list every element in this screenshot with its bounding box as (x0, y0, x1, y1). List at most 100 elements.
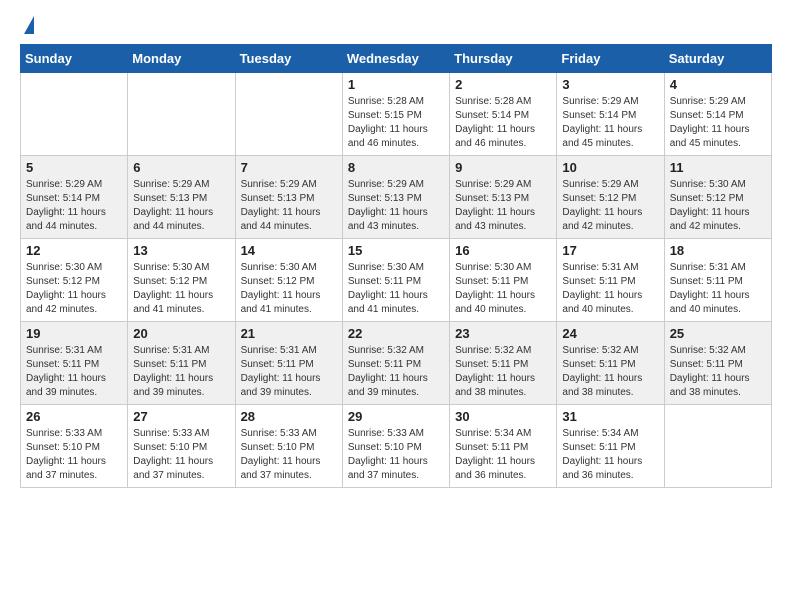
day-number: 27 (133, 409, 229, 424)
day-number: 1 (348, 77, 444, 92)
calendar-week-row: 12Sunrise: 5:30 AM Sunset: 5:12 PM Dayli… (21, 239, 772, 322)
calendar-table: SundayMondayTuesdayWednesdayThursdayFrid… (20, 44, 772, 488)
cell-info: Sunrise: 5:29 AM Sunset: 5:13 PM Dayligh… (455, 178, 551, 234)
calendar-cell: 31 Sunrise: 5:34 AM Sunset: 5:11 PM Dayli… (557, 405, 664, 488)
day-number: 25 (670, 326, 766, 341)
cell-info: Sunrise: 5:29 AM Sunset: 5:14 PM Dayligh… (562, 95, 658, 151)
day-number: 10 (562, 160, 658, 175)
cell-info: Sunrise: 5:33 AM Sunset: 5:10 PM Dayligh… (26, 427, 122, 483)
calendar-cell: 1 Sunrise: 5:28 AM Sunset: 5:15 PM Daylig… (342, 73, 449, 156)
day-number: 13 (133, 243, 229, 258)
cell-info: Sunrise: 5:34 AM Sunset: 5:11 PM Dayligh… (455, 427, 551, 483)
calendar-cell: 22 Sunrise: 5:32 AM Sunset: 5:11 PM Dayli… (342, 322, 449, 405)
calendar-cell (664, 405, 771, 488)
day-number: 11 (670, 160, 766, 175)
day-number: 16 (455, 243, 551, 258)
day-number: 26 (26, 409, 122, 424)
cell-info: Sunrise: 5:33 AM Sunset: 5:10 PM Dayligh… (133, 427, 229, 483)
calendar-cell: 20 Sunrise: 5:31 AM Sunset: 5:11 PM Dayli… (128, 322, 235, 405)
day-number: 21 (241, 326, 337, 341)
day-number: 20 (133, 326, 229, 341)
cell-info: Sunrise: 5:29 AM Sunset: 5:14 PM Dayligh… (670, 95, 766, 151)
cell-info: Sunrise: 5:30 AM Sunset: 5:11 PM Dayligh… (455, 261, 551, 317)
day-of-week-header: Friday (557, 45, 664, 73)
day-number: 23 (455, 326, 551, 341)
calendar-cell: 9 Sunrise: 5:29 AM Sunset: 5:13 PM Daylig… (450, 156, 557, 239)
calendar-cell: 8 Sunrise: 5:29 AM Sunset: 5:13 PM Daylig… (342, 156, 449, 239)
day-number: 17 (562, 243, 658, 258)
day-number: 4 (670, 77, 766, 92)
calendar-cell: 23 Sunrise: 5:32 AM Sunset: 5:11 PM Dayli… (450, 322, 557, 405)
calendar-week-row: 1 Sunrise: 5:28 AM Sunset: 5:15 PM Daylig… (21, 73, 772, 156)
calendar-week-row: 26 Sunrise: 5:33 AM Sunset: 5:10 PM Dayli… (21, 405, 772, 488)
cell-info: Sunrise: 5:30 AM Sunset: 5:12 PM Dayligh… (133, 261, 229, 317)
cell-info: Sunrise: 5:29 AM Sunset: 5:13 PM Dayligh… (133, 178, 229, 234)
cell-info: Sunrise: 5:29 AM Sunset: 5:13 PM Dayligh… (348, 178, 444, 234)
day-of-week-header: Thursday (450, 45, 557, 73)
calendar-cell: 7Sunrise: 5:29 AM Sunset: 5:13 PM Daylig… (235, 156, 342, 239)
calendar-cell: 2 Sunrise: 5:28 AM Sunset: 5:14 PM Daylig… (450, 73, 557, 156)
cell-info: Sunrise: 5:30 AM Sunset: 5:12 PM Dayligh… (670, 178, 766, 234)
calendar-cell: 21 Sunrise: 5:31 AM Sunset: 5:11 PM Dayli… (235, 322, 342, 405)
calendar-cell: 30 Sunrise: 5:34 AM Sunset: 5:11 PM Dayli… (450, 405, 557, 488)
day-number: 9 (455, 160, 551, 175)
calendar-cell: 19 Sunrise: 5:31 AM Sunset: 5:11 PM Dayli… (21, 322, 128, 405)
cell-info: Sunrise: 5:30 AM Sunset: 5:12 PM Dayligh… (241, 261, 337, 317)
calendar-cell: 14Sunrise: 5:30 AM Sunset: 5:12 PM Dayli… (235, 239, 342, 322)
cell-info: Sunrise: 5:32 AM Sunset: 5:11 PM Dayligh… (348, 344, 444, 400)
day-number: 18 (670, 243, 766, 258)
calendar-cell: 3 Sunrise: 5:29 AM Sunset: 5:14 PM Daylig… (557, 73, 664, 156)
logo-triangle-icon (24, 16, 34, 34)
cell-info: Sunrise: 5:33 AM Sunset: 5:10 PM Dayligh… (348, 427, 444, 483)
calendar-cell: 4 Sunrise: 5:29 AM Sunset: 5:14 PM Daylig… (664, 73, 771, 156)
calendar-cell: 26 Sunrise: 5:33 AM Sunset: 5:10 PM Dayli… (21, 405, 128, 488)
calendar-cell: 29 Sunrise: 5:33 AM Sunset: 5:10 PM Dayli… (342, 405, 449, 488)
day-number: 15 (348, 243, 444, 258)
calendar-cell: 10 Sunrise: 5:29 AM Sunset: 5:12 PM Dayli… (557, 156, 664, 239)
cell-info: Sunrise: 5:32 AM Sunset: 5:11 PM Dayligh… (562, 344, 658, 400)
calendar-cell: 11 Sunrise: 5:30 AM Sunset: 5:12 PM Dayli… (664, 156, 771, 239)
day-number: 28 (241, 409, 337, 424)
calendar-cell: 12Sunrise: 5:30 AM Sunset: 5:12 PM Dayli… (21, 239, 128, 322)
day-number: 30 (455, 409, 551, 424)
calendar-cell: 13 Sunrise: 5:30 AM Sunset: 5:12 PM Dayli… (128, 239, 235, 322)
cell-info: Sunrise: 5:31 AM Sunset: 5:11 PM Dayligh… (241, 344, 337, 400)
cell-info: Sunrise: 5:31 AM Sunset: 5:11 PM Dayligh… (562, 261, 658, 317)
day-number: 2 (455, 77, 551, 92)
cell-info: Sunrise: 5:29 AM Sunset: 5:14 PM Dayligh… (26, 178, 122, 234)
cell-info: Sunrise: 5:28 AM Sunset: 5:14 PM Dayligh… (455, 95, 551, 151)
calendar-cell: 25 Sunrise: 5:32 AM Sunset: 5:11 PM Dayli… (664, 322, 771, 405)
cell-info: Sunrise: 5:31 AM Sunset: 5:11 PM Dayligh… (26, 344, 122, 400)
day-number: 5 (26, 160, 122, 175)
calendar-week-row: 19 Sunrise: 5:31 AM Sunset: 5:11 PM Dayli… (21, 322, 772, 405)
day-number: 31 (562, 409, 658, 424)
day-number: 24 (562, 326, 658, 341)
calendar-cell: 27 Sunrise: 5:33 AM Sunset: 5:10 PM Dayli… (128, 405, 235, 488)
cell-info: Sunrise: 5:28 AM Sunset: 5:15 PM Dayligh… (348, 95, 444, 151)
calendar-cell (21, 73, 128, 156)
day-number: 22 (348, 326, 444, 341)
day-of-week-header: Saturday (664, 45, 771, 73)
cell-info: Sunrise: 5:32 AM Sunset: 5:11 PM Dayligh… (455, 344, 551, 400)
calendar-cell: 18 Sunrise: 5:31 AM Sunset: 5:11 PM Dayli… (664, 239, 771, 322)
day-number: 3 (562, 77, 658, 92)
calendar-cell: 5 Sunrise: 5:29 AM Sunset: 5:14 PM Daylig… (21, 156, 128, 239)
cell-info: Sunrise: 5:29 AM Sunset: 5:12 PM Dayligh… (562, 178, 658, 234)
day-of-week-header: Wednesday (342, 45, 449, 73)
cell-info: Sunrise: 5:30 AM Sunset: 5:11 PM Dayligh… (348, 261, 444, 317)
cell-info: Sunrise: 5:34 AM Sunset: 5:11 PM Dayligh… (562, 427, 658, 483)
day-of-week-header: Monday (128, 45, 235, 73)
cell-info: Sunrise: 5:31 AM Sunset: 5:11 PM Dayligh… (133, 344, 229, 400)
cell-info: Sunrise: 5:30 AM Sunset: 5:12 PM Dayligh… (26, 261, 122, 317)
page-header (20, 20, 772, 34)
cell-info: Sunrise: 5:32 AM Sunset: 5:11 PM Dayligh… (670, 344, 766, 400)
day-number: 8 (348, 160, 444, 175)
day-number: 29 (348, 409, 444, 424)
cell-info: Sunrise: 5:31 AM Sunset: 5:11 PM Dayligh… (670, 261, 766, 317)
cell-info: Sunrise: 5:29 AM Sunset: 5:13 PM Dayligh… (241, 178, 337, 234)
calendar-week-row: 5 Sunrise: 5:29 AM Sunset: 5:14 PM Daylig… (21, 156, 772, 239)
cell-info: Sunrise: 5:33 AM Sunset: 5:10 PM Dayligh… (241, 427, 337, 483)
calendar-cell: 6Sunrise: 5:29 AM Sunset: 5:13 PM Daylig… (128, 156, 235, 239)
day-number: 19 (26, 326, 122, 341)
calendar-cell (128, 73, 235, 156)
